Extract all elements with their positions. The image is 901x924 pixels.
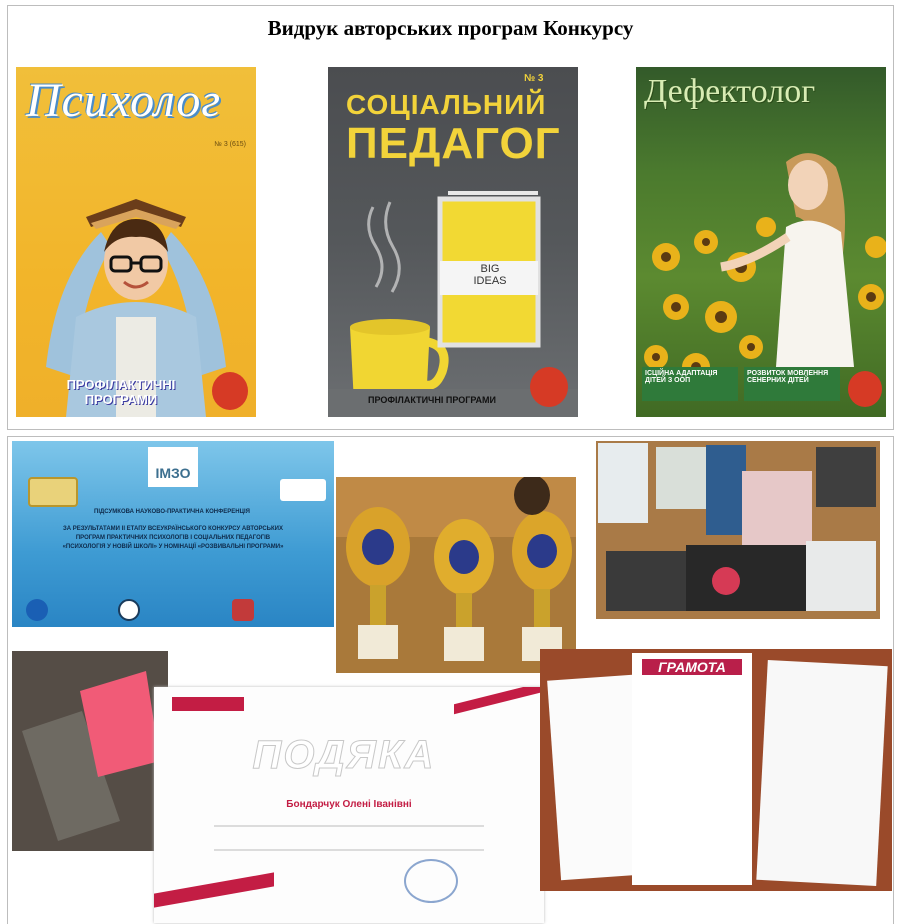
cover-box-adaptation: ІСЦІЙНА АДАПТАЦІЯ ДІТЕЙ З ООП <box>642 367 738 401</box>
girl-in-sunflowers-image <box>644 153 886 381</box>
cover-bottom-text: ПРОФІЛАКТИЧНІ ПРОГРАМИ <box>368 395 496 405</box>
cover-masthead: Психолог <box>26 74 222 127</box>
apple-logo-icon <box>848 371 882 407</box>
certificate-recipient: Бондарчук Олені Іванівні <box>286 799 412 810</box>
certificate-lines <box>214 825 484 851</box>
notebook-label: BIG IDEAS <box>473 263 507 287</box>
prizes-photo <box>596 441 880 619</box>
awards-panel: ІМЗО ПІДСУМКОВА НАУКОВО-ПРАКТИЧНА КОНФЕР… <box>7 436 894 924</box>
diplomas-photo: ГРАМОТА <box>540 649 892 891</box>
trophies-photo <box>336 477 576 673</box>
diploma-center: ГРАМОТА <box>632 653 752 885</box>
cover-issue: № 3 (615) <box>214 141 246 148</box>
facebook-icon <box>26 599 48 621</box>
certificate-stripe <box>454 687 544 715</box>
defektolog-cover: Дефектолог ІСЦІЙНА АДАПТАЦІЯ ДІТЕЙ З ООП… <box>636 67 886 417</box>
cover-masthead-line1: СОЦІАЛЬНИЙ <box>346 89 547 120</box>
conference-slide: ІМЗО ПІДСУМКОВА НАУКОВО-ПРАКТИЧНА КОНФЕР… <box>12 441 334 627</box>
notebooks-photo <box>12 651 168 851</box>
diploma-right <box>756 660 888 886</box>
signature-icon <box>404 859 458 903</box>
globe-icon <box>118 599 140 621</box>
apple-logo-icon <box>530 367 568 407</box>
gratitude-certificate: ПОДЯКА Бондарчук Олені Іванівні <box>154 687 544 923</box>
cover-issue: № 3 <box>524 73 544 84</box>
conference-body: ЗА РЕЗУЛЬТАТАМИ ІІ ЕТАПУ ВСЕУКРАЇНСЬКОГО… <box>62 526 284 550</box>
page-title: Видрук авторських програм Конкурсу <box>267 16 634 40</box>
social-pedagog-cover: № 3 СОЦІАЛЬНИЙ ПЕДАГОГ BIG IDEAS ПРОФІЛА… <box>328 67 578 417</box>
conference-heading: ПІДСУМКОВА НАУКОВО-ПРАКТИЧНА КОНФЕРЕНЦІЯ <box>94 509 250 515</box>
cover-masthead-line2: ПЕДАГОГ <box>346 119 561 168</box>
certificate-title: ПОДЯКА <box>252 733 436 778</box>
badge-icon <box>232 599 254 621</box>
imzo-logo: ІМЗО <box>148 447 198 487</box>
cover-bottom-text: ПРОФІЛАКТИЧНІ ПРОГРАМИ <box>66 377 176 407</box>
certificate-logo-icon <box>172 697 244 711</box>
psycholog-cover: Психолог № 3 (615) ПРОФІЛАКТИЧНІ ПРОГРАМ… <box>16 67 256 417</box>
apple-logo-icon <box>212 372 248 410</box>
cover-box-speech: РОЗВИТОК МОВЛЕННЯ СЕНЕРНИХ ДІТЕЙ <box>744 367 840 401</box>
right-logo-icon <box>280 479 326 501</box>
diploma-title: ГРАМОТА <box>642 659 742 675</box>
journals-panel: Видрук авторських програм Конкурсу Психо… <box>7 5 894 430</box>
certificate-stripe <box>154 872 274 908</box>
left-emblem-icon <box>28 477 78 507</box>
